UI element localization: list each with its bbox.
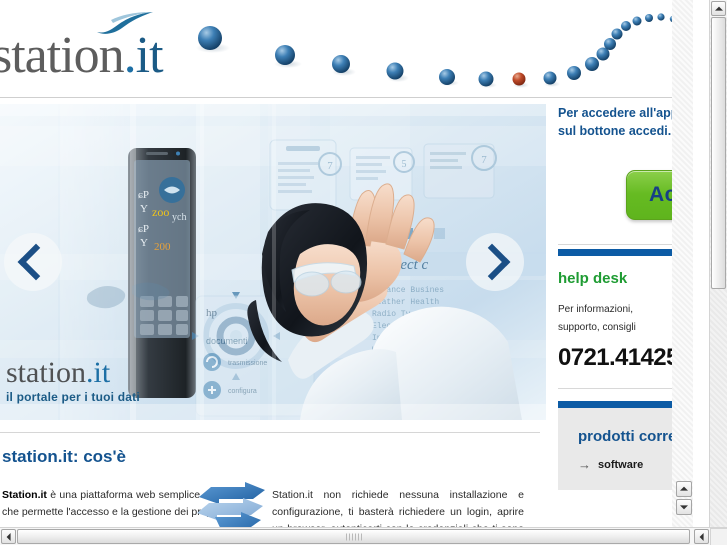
logo-text: station [0,27,125,84]
inner-scroll-up-button[interactable] [676,481,692,497]
content-column-right: Station.it non richiede nessuna installa… [272,487,524,528]
svg-text:trasmissione: trasmissione [228,360,267,367]
helpdesk-title: help desk [558,270,628,288]
inner-vertical-scrollbar[interactable] [676,481,692,517]
svg-text:7: 7 [481,154,487,166]
page-content-clip: station.it 7 5 7 ɕP Y zoo ych ɕP Y 200 h… [0,0,672,528]
helpdesk-bottom-rule [558,388,672,390]
arrow-up-icon [680,486,688,491]
arrow-left-icon [6,532,11,541]
svg-text:Y: Y [140,237,148,249]
accedi-button-wrap: Acced [558,170,672,221]
related-link-software[interactable]: software [598,459,643,471]
helpdesk-phone: 0721.414252 [558,344,672,372]
svg-text:200: 200 [154,241,171,253]
svg-text:5: 5 [402,159,407,170]
accedi-button[interactable]: Acced [626,170,672,221]
hero-caption-name: station [6,356,86,389]
scrollbar-corner [710,528,727,545]
horizontal-scrollbar-thumb[interactable] [17,529,690,544]
svg-text:documenti: documenti [206,336,248,346]
horizontal-scrollbar[interactable] [0,527,727,545]
content-columns: Station.it è una piattaforma web semplic… [0,487,546,528]
helpdesk-block: help desk Per informazioni, supporto, co… [558,244,672,390]
svg-text:7: 7 [327,160,333,172]
hero-caption: station.it il portale per i tuoi dati [6,358,140,405]
svg-text:hp: hp [206,307,218,319]
page-canvas: station.it 7 5 7 ɕP Y zoo ych ɕP Y 200 h… [0,0,693,528]
logo-tld: it [135,27,164,84]
arrow-left-icon [699,532,704,541]
recycle-arrows-icon [197,482,265,528]
related-products-block: prodotti correlati → software [558,401,672,491]
sidebar-intro: Per accedere all'applic sul bottone acce… [558,104,672,140]
related-link-row[interactable]: → software [578,457,672,472]
vertical-scrollbar-thumb[interactable] [711,17,726,289]
svg-text:zoo: zoo [152,205,169,219]
content-column-right-text: Station.it non richiede nessuna installa… [272,489,524,528]
content-divider [0,432,540,433]
hero-caption-title: station.it [6,358,140,388]
content-lead: Station.it [2,489,47,501]
helpdesk-text: Per informazioni, supporto, consigli [558,301,672,336]
helpdesk-line2: supporto, consigli [558,321,636,333]
site-logo[interactable]: station.it [0,27,164,84]
logo-dot: . [123,27,137,84]
chevron-right-icon [473,243,511,281]
arrow-up-icon [714,6,723,11]
hero-caption-dot: . [86,356,94,389]
hero-caption-subtitle: il portale per i tuoi dati [6,390,140,404]
hero-carousel[interactable]: 7 5 7 ɕP Y zoo ych ɕP Y 200 hp documenti… [0,104,546,420]
scroll-right-button-1[interactable] [694,529,709,544]
related-bar [558,401,672,409]
page-title: station.it: cos'è [2,447,127,466]
browser-viewport: station.it 7 5 7 ɕP Y zoo ych ɕP Y 200 h… [0,0,727,545]
svg-text:configura: configura [228,388,257,395]
helpdesk-rule [558,244,672,246]
sidebar-intro-line1: Per accedere all'applic [558,106,672,120]
svg-text:Y: Y [140,203,148,215]
svg-text:ɕP: ɕP [138,189,149,201]
chevron-left-icon [17,243,55,281]
arrow-right-icon: → [578,457,591,473]
page-gutter [672,0,693,528]
inner-scroll-down-button[interactable] [676,499,692,515]
svg-text:ɕP: ɕP [138,223,149,235]
helpdesk-line1: Per informazioni, [558,304,634,316]
carousel-next-button[interactable] [466,233,524,291]
arrow-down-icon [680,505,688,510]
main-content: station.it: cos'è Station.it è una piatt… [0,432,546,528]
scroll-left-button[interactable] [1,529,16,544]
hero-caption-tld: it [93,356,111,389]
related-title: prodotti correlati [578,428,672,446]
carousel-prev-button[interactable] [4,233,62,291]
site-header: station.it [0,0,672,98]
svg-text:ych: ych [172,212,186,223]
related-panel: prodotti correlati → software [558,408,672,491]
scroll-up-button[interactable] [711,1,726,16]
sidebar-intro-line2: sul bottone accedi... [558,124,672,139]
vertical-scrollbar[interactable] [709,0,727,528]
sidebar: Per accedere all'applic sul bottone acce… [558,104,672,491]
helpdesk-bar [558,249,672,257]
scrollbar-grip-icon [345,533,362,540]
header-divider [0,97,672,98]
